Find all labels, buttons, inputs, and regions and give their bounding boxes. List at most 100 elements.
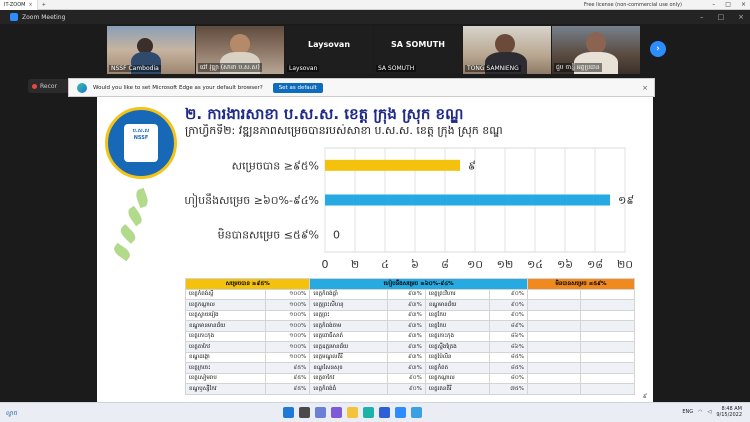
table-row: ខេត្តស្វាយរៀង ១០០% ខេត្តព្រះ ៩៣% ខេត្តកែប ៩០% [185,309,635,321]
table-cell-name [526,341,582,353]
record-icon [32,83,37,89]
table-cell-percent [580,288,635,300]
set-as-default-button[interactable]: Set as default [272,82,323,93]
x-tick-label: ២០ [617,258,633,271]
table-cell-percent: ៩៣% [386,351,426,363]
table-cell-percent: ៩០% [488,288,528,300]
clock[interactable]: 8:48 AM 9/15/2022 [716,406,742,418]
category-label: សម្រេចបាន ≥៩៥% [232,159,319,172]
x-tick-label: ១៦ [557,258,573,271]
x-tick-label: ១០ [467,258,483,271]
table-cell-name: ខណ្ឌដង្កោ [185,351,266,363]
table-cell-percent [580,341,635,353]
zoom-maximize-icon[interactable]: □ [718,13,725,21]
table-cell-name [526,309,582,321]
table-cell-name: ខេត្តតាកែវ [185,341,266,353]
new-tab-icon[interactable]: + [38,2,50,8]
participant-name: TONG SAMNIENG [465,65,521,72]
participant-tile[interactable]: ផៅ វុឌ្ឍា (សាខា ប.ស.ស) [196,26,284,74]
table-cell-name: ខណ្ឌឫស្សីកែវ [185,383,266,395]
remote-desktop-icon[interactable] [411,407,422,418]
table-cell-name: ខេត្តក្រចេះ [185,362,266,374]
table-cell-percent [580,383,635,395]
x-tick-label: ១៤ [527,258,543,271]
table-cell-name: ខេត្តកំពង់ចាម [309,320,388,332]
table-cell-percent: ១០០% [264,309,311,321]
table-cell-name: ខេត្តកំពង់ធំ [309,383,388,395]
category-label: មិនបានសម្រេច ≤៥៩% [218,228,319,242]
table-cell-percent [580,362,635,374]
table-cell-percent: ៩៣% [386,362,426,374]
table-cell-name: ខណ្ឌមានជ័យ [424,299,490,311]
table-cell-name [526,351,582,363]
table-cell-name: ខេត្តព្រះសីហនុ [309,299,388,311]
table-cell-percent: ៨៥% [488,351,528,363]
x-tick-label: ២ [351,258,359,271]
table-cell-percent: ១០០% [264,288,311,300]
table-cell-name: ខេត្តព្រះ [309,309,388,321]
zoom-minimize-icon[interactable]: – [700,13,704,21]
zoom-close-icon[interactable]: × [738,13,744,21]
table-cell-percent [580,372,635,384]
table-row: ខណ្ឌមានមានជ័យ ១០០% ខេត្តកំពង់ចាម ៩៣% ខេត្តកែ… [185,320,635,332]
table-cell-name: ខេត្តកែប [424,320,490,332]
table-cell-percent: ៨៥% [488,362,528,374]
minimize-icon[interactable]: – [712,1,715,8]
store-icon[interactable] [379,407,390,418]
table-cell-name: ខេត្តស្វាយរៀង [185,309,266,321]
volume-icon[interactable]: ◁ [708,409,712,415]
windows-taskbar: ល្ងាច ENG ◠ ◁ 8:48 AM 9/15/2022 [0,402,750,422]
category-label: ហៀបនឹងសម្រេច ≥៦០%-៩៤% [185,193,319,208]
table-row: ខេត្តក្រចេះ ៩៥% ខណ្ឌសែនសុខ ៩៣% ខេត្តកំពត ៨៥% [185,362,635,374]
table-cell-percent: ១០០% [264,351,311,363]
table-cell-name [526,320,582,332]
language-indicator[interactable]: ENG [682,409,693,415]
weather-widget[interactable]: ល្ងាច [6,409,17,418]
participant-name: Laysovan [287,65,320,72]
wifi-icon[interactable]: ◠ [698,409,702,415]
screen: IT-ZOOM × + Free license (non-commercial… [0,0,750,422]
next-participants-icon[interactable]: › [650,41,666,57]
participant-tile[interactable]: TONG SAMNIENG [463,26,551,74]
table-cell-name: ខេត្តស្ទឹងត្រែង [424,341,490,353]
participant-tile[interactable]: Laysovan Laysovan [285,26,373,74]
edge-taskbar-icon[interactable] [363,407,374,418]
table-cell-name: ខេត្តប៉ៃលិន [424,351,490,363]
nssf-emblem: ប.ស.ស NSSF [105,107,177,179]
table-cell-name [526,362,582,374]
teams-icon[interactable] [331,407,342,418]
remote-tab[interactable]: IT-ZOOM × [0,0,38,10]
remote-tab-title: IT-ZOOM [4,1,26,8]
participant-tile[interactable]: SA SOMUTH SA SOMUTH [374,26,462,74]
participant-tile[interactable]: NSSF Cambodia [107,26,195,74]
table-row: ខេត្តតាកែវ ១០០% ខេត្តឧត្តរមានជ័យ ៩៣% ខេត្តស្… [185,341,635,353]
table-cell-percent: ៨៦% [488,330,528,342]
bar [325,159,460,171]
table-cell-percent: ១០០% [264,330,311,342]
search-icon[interactable] [299,407,310,418]
table-cell-name [526,299,582,311]
table-cell-percent: ៩៣% [386,320,426,332]
table-cell-percent: ១០០% [264,299,311,311]
zoom-taskbar-icon[interactable] [395,407,406,418]
maximize-icon[interactable]: □ [725,1,731,8]
participant-tile[interactable]: ជួប ចាន្នី អគ្គប្រធាន [552,26,640,74]
participant-name: ជួប ចាន្នី អគ្គប្រធាន [554,63,602,72]
edge-prompt-close-icon[interactable]: × [642,84,648,92]
participant-name: SA SOMUTH [376,65,417,72]
zoom-title-bar: Zoom Meeting – □ × [0,10,750,24]
close-window-icon[interactable]: × [741,1,746,8]
file-explorer-icon[interactable] [347,407,358,418]
table-cell-percent: ១០០% [264,341,311,353]
table-cell-name: ខេត្តកំពត [424,362,490,374]
progress-table: សម្រេចបាន ≥៩៥% ហៀបនឹងសម្រេច ≥៦០%-៩៤% មិន… [184,278,636,395]
participant-big-name: Laysovan [307,40,351,49]
table-cell-percent: ៧៥% [488,383,528,395]
close-tab-icon[interactable]: × [28,2,32,8]
task-view-icon[interactable] [315,407,326,418]
table-cell-name: ខេត្តកោះកុង [424,330,490,342]
remote-desktop-bar: IT-ZOOM × + Free license (non-commercial… [0,0,750,10]
start-icon[interactable] [283,407,294,418]
table-cell-percent: ៩៥% [264,372,311,384]
x-tick-label: 0 [322,258,329,271]
